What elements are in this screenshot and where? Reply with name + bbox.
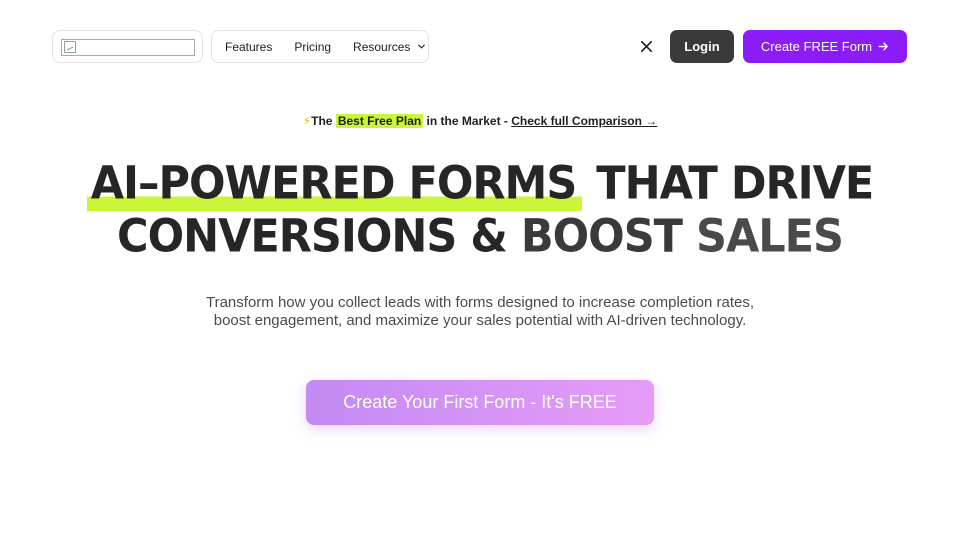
x-logo-icon[interactable] [639,39,654,54]
promo-highlight: Best Free Plan [335,114,424,128]
headline-line1-rest: THAT DRIVE [596,157,874,211]
nav-features-label: Features [225,39,273,54]
create-free-form-button[interactable]: Create FREE Form [743,30,907,63]
login-button[interactable]: Login [670,30,734,63]
headline-sales: SALES [695,210,844,264]
arrow-right-icon [878,42,889,51]
headline-boost: BOOST [520,210,683,264]
promo-banner: ⚡The Best Free Plan in the Market - Chec… [0,114,960,128]
main-nav: Features Pricing Resources [211,30,429,63]
subtext-line1: Transform how you collect leads with for… [205,294,755,311]
chevron-down-icon [418,44,426,49]
broken-image-icon [64,41,76,53]
promo-prefix: The [311,114,333,128]
hero-headline-line1: AI–POWERED FORMS THAT DRIVE [0,156,960,212]
headline-highlight: AI–POWERED FORMS [86,156,583,212]
subtext-line2: boost engagement, and maximize your sale… [213,312,747,329]
logo-image[interactable] [61,39,195,56]
lightning-icon: ⚡ [302,114,312,128]
comparison-link[interactable]: Check full Comparison → [511,114,657,128]
nav-pricing[interactable]: Pricing [294,40,331,54]
nav-resources-label: Resources [353,39,411,54]
login-button-label: Login [684,39,720,54]
create-free-form-label: Create FREE Form [760,39,873,54]
headline-line2-start: CONVERSIONS & [117,210,508,264]
logo-container[interactable] [52,30,203,63]
create-first-form-label: Create Your First Form - It's FREE [343,392,617,412]
hero-subtext: Transform how you collect leads with for… [0,294,960,330]
nav-pricing-label: Pricing [294,39,332,54]
nav-resources-dropdown[interactable]: Resources [353,40,426,54]
promo-middle: in the Market - [426,114,508,128]
nav-features[interactable]: Features [225,40,272,54]
hero-headline-line2: CONVERSIONS & BOOST SALES [0,210,960,265]
create-first-form-button[interactable]: Create Your First Form - It's FREE [306,380,654,425]
